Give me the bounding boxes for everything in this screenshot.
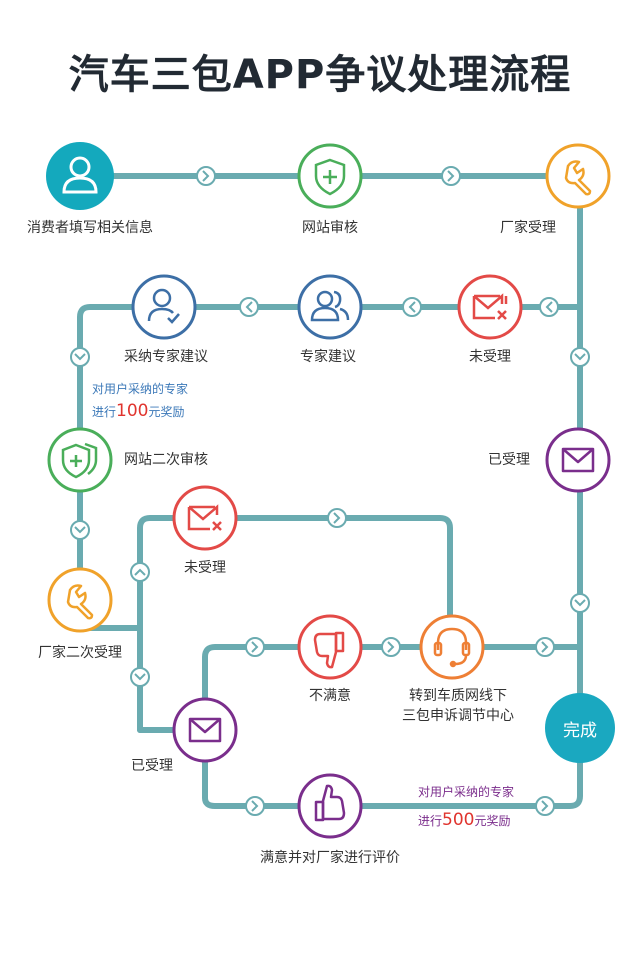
arrow-down-icon — [570, 347, 590, 367]
transfer-label-line2: 三包申诉调节中心 — [402, 708, 514, 724]
accepted-2-node — [172, 697, 238, 763]
reward-500-line1: 对用户采纳的专家 — [418, 785, 515, 799]
expert-advice-label: 专家建议 — [300, 349, 356, 365]
satisfied-node — [297, 773, 363, 839]
fill-info-node — [46, 142, 114, 210]
second-accept-node — [47, 567, 113, 633]
adopt-advice-label: 采纳专家建议 — [124, 349, 208, 365]
satisfied-label: 满意并对厂家进行评价 — [260, 850, 400, 866]
fill-info-label: 消费者填写相关信息 — [27, 220, 153, 236]
arrow-down-icon — [70, 520, 90, 540]
unsatisfied-label: 不满意 — [309, 688, 351, 704]
arrow-up-icon — [130, 562, 150, 582]
reward-100-note: 对用户采纳的专家 进行100元奖励 — [92, 378, 188, 423]
second-review-label: 网站二次审核 — [124, 452, 208, 468]
maker-accept-label: 厂家受理 — [500, 220, 556, 236]
second-review-node — [47, 427, 113, 493]
done-label: 完成 — [563, 720, 597, 741]
accepted-1-label: 已受理 — [488, 452, 530, 468]
arrow-right-icon — [245, 637, 265, 657]
transfer-node — [419, 614, 485, 680]
second-accept-label: 厂家二次受理 — [38, 645, 122, 661]
arrow-down-icon — [570, 593, 590, 613]
reward-100-line1: 对用户采纳的专家 — [92, 382, 189, 396]
reward-500-amount: 500 — [442, 810, 475, 830]
arrow-left-icon — [239, 297, 259, 317]
arrow-down-icon — [130, 667, 150, 687]
not-accepted-1-node — [457, 274, 523, 340]
transfer-label-line1: 转到车质网线下 — [409, 688, 507, 704]
reward-100-amount: 100 — [116, 401, 149, 421]
not-accepted-2-node — [172, 485, 238, 551]
not-accepted-2-label: 未受理 — [184, 560, 226, 576]
done-node: 完成 — [545, 693, 615, 763]
maker-accept-node — [545, 143, 611, 209]
arrow-right-icon — [535, 796, 555, 816]
arrow-left-icon — [539, 297, 559, 317]
reward-500-note: 对用户采纳的专家 进行500元奖励 — [418, 781, 514, 832]
site-review-label: 网站审核 — [302, 220, 358, 236]
arrow-right-icon — [327, 508, 347, 528]
expert-advice-node — [297, 274, 363, 340]
adopt-advice-node — [131, 274, 197, 340]
reward-100-line2: 进行100元奖励 — [92, 401, 185, 421]
arrow-right-icon — [381, 637, 401, 657]
arrow-right-icon — [196, 166, 216, 186]
arrow-right-icon — [441, 166, 461, 186]
reward-500-line2: 进行500元奖励 — [418, 810, 511, 830]
unsatisfied-node — [297, 614, 363, 680]
accepted-1-node — [545, 427, 611, 493]
arrow-down-icon — [70, 347, 90, 367]
not-accepted-1-label: 未受理 — [469, 349, 511, 365]
arrow-right-icon — [535, 637, 555, 657]
accepted-2-label: 已受理 — [131, 758, 173, 774]
site-review-node — [297, 143, 363, 209]
arrow-left-icon — [402, 297, 422, 317]
arrow-right-icon — [245, 796, 265, 816]
flow-diagram — [46, 142, 611, 839]
